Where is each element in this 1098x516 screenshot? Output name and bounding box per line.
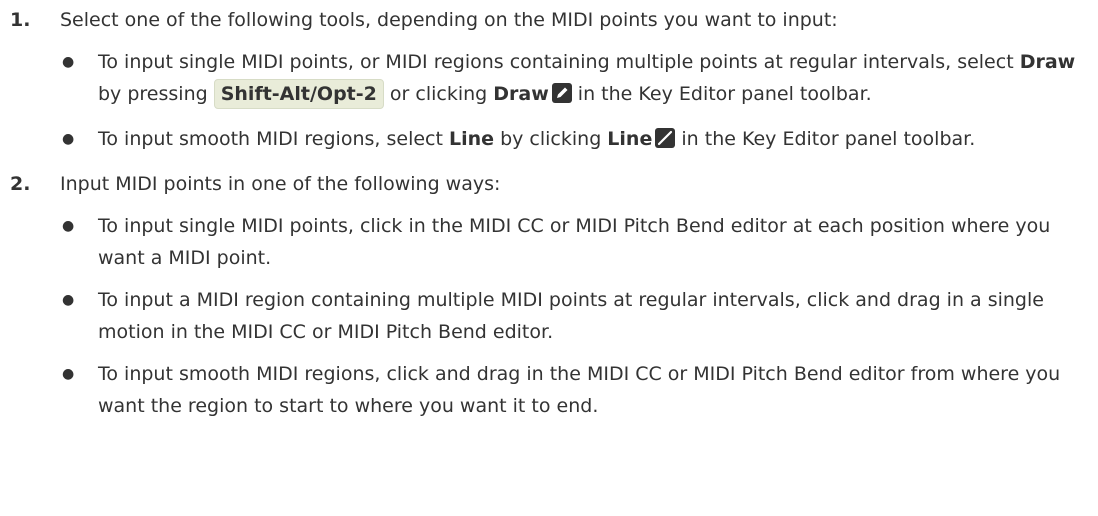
- line-tool-name: Line: [448, 128, 495, 150]
- step-number: 1.: [10, 9, 31, 31]
- list-item-line: ● To input smooth MIDI regions, select L…: [60, 123, 1098, 158]
- step-text: Input MIDI points in one of the followin…: [60, 173, 501, 195]
- bullet-icon: ●: [62, 218, 75, 234]
- list-item: ● To input smooth MIDI regions, click an…: [60, 358, 1098, 422]
- list-item-text: To input a MIDI region containing multip…: [98, 289, 1044, 343]
- list-item: ● To input a MIDI region containing mult…: [60, 284, 1098, 348]
- draw-text-mid1: by pressing: [98, 83, 214, 105]
- step-1: 1. Select one of the following tools, de…: [0, 4, 1098, 158]
- line-text-mid: by clicking: [494, 128, 608, 150]
- draw-tool-name: Draw: [1019, 51, 1076, 73]
- line-tool-name-2: Line: [607, 128, 653, 150]
- bullet-icon: ●: [62, 292, 75, 308]
- list-item: ● To input single MIDI points, click in …: [60, 210, 1098, 274]
- step-2: 2. Input MIDI points in one of the follo…: [0, 168, 1098, 422]
- draw-tool-name-2: Draw: [493, 83, 549, 105]
- draw-text-pre: To input single MIDI points, or MIDI reg…: [98, 51, 1020, 73]
- line-tool-icon: [655, 126, 676, 158]
- bullet-icon: ●: [62, 366, 75, 382]
- draw-text-mid2: or clicking: [383, 83, 494, 105]
- tool-options-list: ● To input single MIDI points, or MIDI r…: [60, 46, 1098, 158]
- input-methods-list: ● To input single MIDI points, click in …: [60, 210, 1098, 422]
- line-text-post: in the Key Editor panel toolbar.: [675, 128, 976, 150]
- draw-text-post: in the Key Editor panel toolbar.: [571, 83, 872, 105]
- list-item-text: To input smooth MIDI regions, click and …: [98, 363, 1061, 417]
- list-item-text: To input single MIDI points, click in th…: [98, 215, 1051, 269]
- draw-tool-icon: [551, 81, 572, 113]
- document-body: 1. Select one of the following tools, de…: [0, 0, 1098, 516]
- bullet-icon: ●: [62, 54, 75, 70]
- step-text: Select one of the following tools, depen…: [60, 9, 838, 31]
- bullet-icon: ●: [62, 131, 75, 147]
- keyboard-shortcut: Shift-Alt/Opt-2: [213, 79, 384, 109]
- list-item-draw: ● To input single MIDI points, or MIDI r…: [60, 46, 1098, 113]
- line-text-pre: To input smooth MIDI regions, select: [98, 128, 449, 150]
- step-number: 2.: [10, 173, 31, 195]
